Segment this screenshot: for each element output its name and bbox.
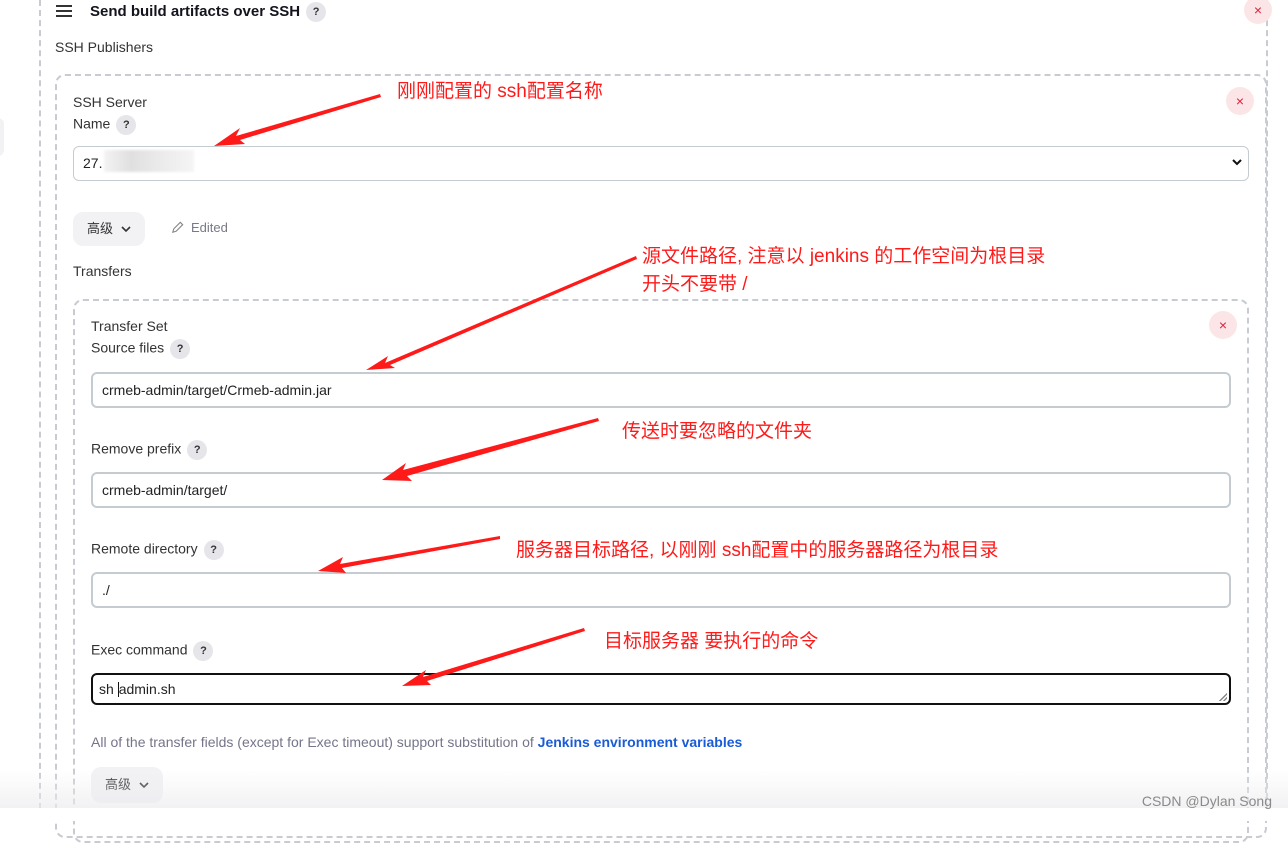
arrow-ssh-name — [214, 94, 381, 146]
annotation-arrows — [214, 94, 637, 686]
annotation-source-line2: 开头不要带 / — [642, 274, 748, 295]
annotation-source-line1: 源文件路径, 注意以 jenkins 的工作空间为根目录 — [642, 246, 1046, 267]
bottom-strip — [0, 808, 1288, 821]
watermark: CSDN @Dylan Song — [1141, 793, 1272, 809]
annotation-remote-dir: 服务器目标路径, 以刚刚 ssh配置中的服务器路径为根目录 — [516, 540, 999, 561]
arrow-remove-prefix — [382, 418, 599, 481]
annotation-remove-prefix: 传送时要忽略的文件夹 — [622, 421, 813, 442]
arrow-source-files — [366, 256, 637, 370]
arrow-exec — [402, 628, 585, 686]
annotation-exec: 目标服务器 要执行的命令 — [604, 631, 819, 652]
annotation-ssh-name: 刚刚配置的 ssh配置名称 — [397, 81, 603, 102]
arrow-remote-dir — [318, 536, 500, 573]
